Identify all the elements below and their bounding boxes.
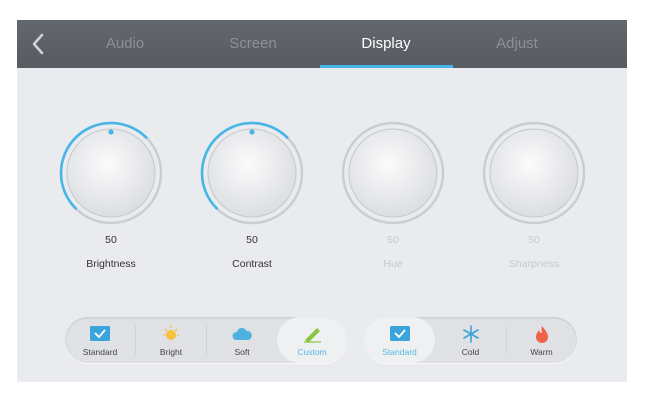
picture-mode-standard[interactable]: Standard — [65, 317, 135, 363]
standard-icon — [90, 326, 110, 341]
knob-indicator — [249, 129, 255, 135]
contrast-knob[interactable] — [199, 120, 305, 226]
brightness-dial-icon — [59, 121, 163, 225]
brightness-value: 50 — [105, 234, 117, 246]
pencil-icon — [304, 328, 321, 343]
picture-mode-bright[interactable]: Bright — [136, 317, 206, 363]
picture-mode-standard-label: Standard — [82, 347, 118, 357]
cloud-icon — [232, 327, 252, 340]
tab-screen[interactable]: Screen — [203, 20, 303, 68]
sharpness-value: 50 — [528, 234, 540, 246]
hue-dial-icon — [341, 121, 445, 225]
sharpness-knob — [481, 120, 587, 226]
brightness-label: Brightness — [86, 258, 136, 270]
snowflake-icon — [462, 325, 479, 343]
tab-adjust[interactable]: Adjust — [467, 20, 567, 68]
sharpness-label: Sharpness — [508, 258, 560, 270]
color-temp-cold[interactable]: Cold — [435, 317, 506, 363]
chevron-left-icon — [32, 33, 44, 55]
picture-mode-custom-label: Custom — [297, 347, 327, 357]
color-temp-warm-label: Warm — [530, 347, 553, 357]
color-temperature-selector: Standard Cold Warm — [364, 317, 577, 363]
active-tab-indicator — [320, 65, 453, 68]
color-temp-warm[interactable]: Warm — [506, 317, 577, 363]
contrast-value: 50 — [246, 234, 258, 246]
brightness-knob[interactable] — [58, 120, 164, 226]
back-button[interactable] — [25, 28, 53, 60]
display-settings-panel: Audio Screen Display Adjust 50 Brightnes… — [17, 20, 627, 382]
color-temp-standard-label: Standard — [382, 347, 417, 357]
tab-audio[interactable]: Audio — [75, 20, 175, 68]
contrast-label: Contrast — [232, 258, 272, 270]
picture-mode-selector: Standard Bright Soft Custom — [65, 317, 347, 363]
picture-mode-bright-label: Bright — [159, 347, 183, 357]
tab-display[interactable]: Display — [336, 20, 436, 68]
hue-label: Hue — [383, 258, 403, 270]
flame-icon — [535, 326, 548, 343]
color-temp-standard[interactable]: Standard — [364, 317, 435, 363]
color-temp-cold-label: Cold — [461, 347, 480, 357]
picture-mode-custom[interactable]: Custom — [277, 317, 347, 363]
sharpness-dial-icon — [482, 121, 586, 225]
contrast-dial-icon — [200, 121, 304, 225]
hue-value: 50 — [387, 234, 399, 246]
top-nav-bar: Audio Screen Display Adjust — [17, 20, 627, 68]
hue-knob — [340, 120, 446, 226]
knob-indicator — [108, 129, 114, 135]
picture-mode-soft[interactable]: Soft — [207, 317, 277, 363]
standard-icon — [389, 326, 410, 341]
sun-icon — [163, 325, 179, 340]
picture-mode-soft-label: Soft — [234, 347, 250, 357]
